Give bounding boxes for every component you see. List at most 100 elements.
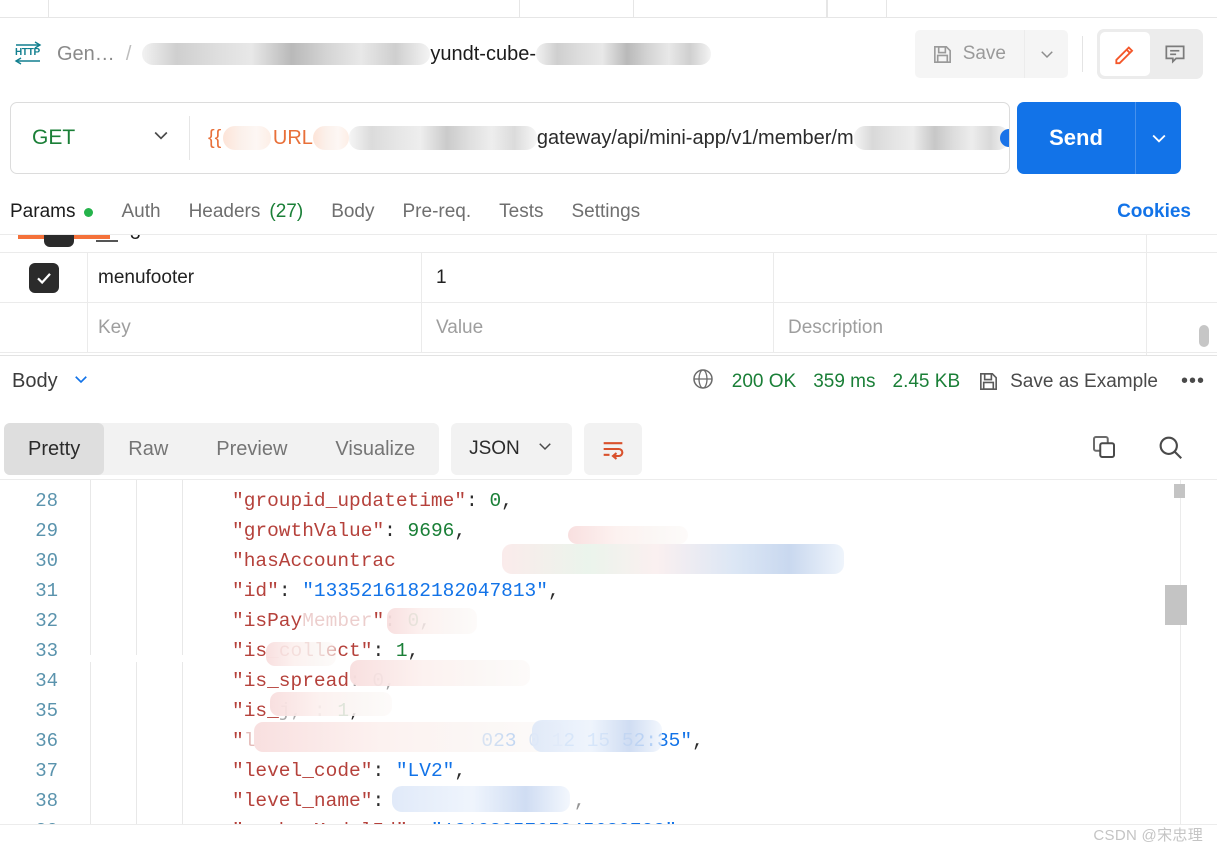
cookies-link[interactable]: Cookies xyxy=(1117,201,1191,223)
status-code: 200 OK xyxy=(731,370,797,392)
tab-preview[interactable]: Preview xyxy=(192,423,311,475)
json-value: 9696 xyxy=(407,520,455,542)
redacted-span xyxy=(266,642,336,666)
tab-params-label: Params xyxy=(10,201,76,222)
comment-icon xyxy=(1165,45,1185,64)
json-scrollbar-marker xyxy=(1174,484,1185,498)
comment-button[interactable] xyxy=(1150,32,1200,76)
save-label: Save xyxy=(962,43,1006,64)
placeholder-description[interactable]: Description xyxy=(774,303,1217,352)
tab-fragment-1[interactable] xyxy=(48,0,520,18)
row-key[interactable]: menufooter xyxy=(88,253,422,302)
response-time: 359 ms xyxy=(813,370,876,392)
json-line: "id": "1335216182182047813", xyxy=(232,580,560,602)
tab-tests[interactable]: Tests xyxy=(499,201,543,223)
copy-button[interactable] xyxy=(1089,432,1119,467)
breadcrumb-collection[interactable]: Gen… xyxy=(57,43,115,66)
save-dropdown-button[interactable] xyxy=(1024,30,1068,78)
url-bar: GET {{ URL gateway/api/mini-app/v1/membe… xyxy=(10,102,1010,174)
row-description[interactable] xyxy=(774,253,1217,302)
row-value[interactable]: 1 xyxy=(422,253,774,302)
chevron-down-icon xyxy=(151,125,171,151)
request-tabs: Params Auth Headers (27) Body Pre-req. T… xyxy=(0,192,1217,232)
header-actions: Save xyxy=(914,29,1203,79)
url-variable-open: {{ xyxy=(208,126,222,149)
tab-prerequest-label: Pre-req. xyxy=(402,201,472,222)
tab-body-label: Body xyxy=(331,201,375,222)
chevron-down-icon xyxy=(1040,51,1053,59)
tab-settings[interactable]: Settings xyxy=(572,201,641,223)
json-scrollbar-track xyxy=(1180,480,1181,824)
search-button[interactable] xyxy=(1155,432,1185,467)
save-button[interactable]: Save xyxy=(915,30,1024,78)
response-actions xyxy=(1089,432,1217,467)
tab-prerequest[interactable]: Pre-req. xyxy=(403,201,472,223)
placeholder-value[interactable]: Value xyxy=(422,303,774,352)
breadcrumb-separator: / xyxy=(125,42,132,65)
json-key: growthValue xyxy=(243,520,373,542)
json-value: "LV2" xyxy=(395,760,455,782)
response-language-label: JSON xyxy=(469,438,520,459)
placeholder-key[interactable]: Key xyxy=(88,303,422,352)
response-format-segment: Pretty Raw Preview Visualize xyxy=(4,423,440,475)
save-as-example-button[interactable]: Save as Example xyxy=(977,370,1158,393)
table-row[interactable]: menufooter 1 xyxy=(0,253,1217,303)
row-checkbox-clipped[interactable] xyxy=(44,235,74,247)
search-icon xyxy=(1159,436,1183,459)
response-language-selector[interactable]: JSON xyxy=(451,423,572,475)
row-checkbox[interactable] xyxy=(28,262,59,293)
response-body-toggle[interactable]: Body xyxy=(12,370,90,394)
placeholder-checkbox-cell xyxy=(0,303,88,352)
url-variable-text: URL xyxy=(272,126,313,149)
breadcrumb-redacted-1 xyxy=(142,43,431,65)
request-header: HTTP Gen… / yundt-cube- Save xyxy=(0,18,1217,90)
redacted-span xyxy=(350,660,530,686)
row-checkbox-cell xyxy=(0,253,88,302)
postman-window: HTTP Gen… / yundt-cube- Save GET {{URL … xyxy=(0,0,1217,851)
tab-visualize[interactable]: Visualize xyxy=(311,423,439,475)
tab-params[interactable]: Params xyxy=(10,201,94,223)
tab-body[interactable]: Body xyxy=(331,201,374,223)
tab-auth[interactable]: Auth xyxy=(121,201,160,223)
tab-headers-count: (27) xyxy=(269,201,304,222)
floppy-disk-icon xyxy=(980,373,998,390)
ellipsis-icon[interactable]: ••• xyxy=(1175,370,1205,393)
json-key: hasAccountrac xyxy=(243,550,396,572)
table-row-clipped[interactable]: 3 xyxy=(0,235,1217,253)
json-scrollbar-thumb[interactable] xyxy=(1165,585,1187,625)
response-view-tabs: Pretty Raw Preview Visualize JSON xyxy=(0,419,1217,479)
word-wrap-button[interactable] xyxy=(583,423,642,475)
json-line: "level_code": "LV2", xyxy=(232,760,467,782)
response-body-json[interactable]: 28 29 30 31 32 33 34 35 36 37 38 39 "gro… xyxy=(0,479,1217,824)
edit-mode-button[interactable] xyxy=(1100,32,1150,76)
url-redacted-suffix xyxy=(853,126,1009,150)
response-meta: 200 OK 359 ms 2.45 KB Save as Example ••… xyxy=(691,367,1205,396)
chevron-down-icon xyxy=(536,437,554,461)
tab-fragment-3[interactable] xyxy=(827,0,887,18)
send-button[interactable]: Send xyxy=(1017,125,1135,151)
breadcrumb-request-name[interactable]: yundt-cube- xyxy=(430,43,536,66)
url-input[interactable]: {{ URL gateway/api/mini-app/v1/member/m xyxy=(190,103,1009,173)
params-scrollbar[interactable] xyxy=(1199,325,1209,347)
url-redacted-prefix xyxy=(223,126,271,150)
json-line: "growthValue": 9696, xyxy=(232,516,1130,546)
chevron-down-icon xyxy=(72,370,90,394)
tab-headers[interactable]: Headers (27) xyxy=(189,201,304,223)
json-key: level_code xyxy=(243,760,361,782)
table-row-placeholder[interactable]: Key Value Description xyxy=(0,303,1217,353)
response-size: 2.45 KB xyxy=(892,370,961,392)
json-key: id xyxy=(243,580,268,602)
method-selector[interactable]: GET xyxy=(11,103,189,173)
tab-raw[interactable]: Raw xyxy=(104,423,192,475)
globe-icon xyxy=(691,367,715,396)
tab-pretty[interactable]: Pretty xyxy=(4,423,105,475)
json-line: "isPayMember": 0, xyxy=(232,606,1130,636)
params-table: 3 menufooter 1 Key Value Description xyxy=(0,234,1217,355)
tab-fragment-2[interactable] xyxy=(633,0,827,18)
send-group: Send xyxy=(1017,102,1181,174)
send-dropdown-button[interactable] xyxy=(1135,102,1181,174)
url-redacted-varclose xyxy=(312,126,350,150)
watermark: CSDN @宋忠理 xyxy=(1093,827,1203,844)
json-code[interactable]: "groupid_updatetime": 0, "growthValue": … xyxy=(0,486,1130,824)
breadcrumb-redacted-2 xyxy=(536,43,711,65)
